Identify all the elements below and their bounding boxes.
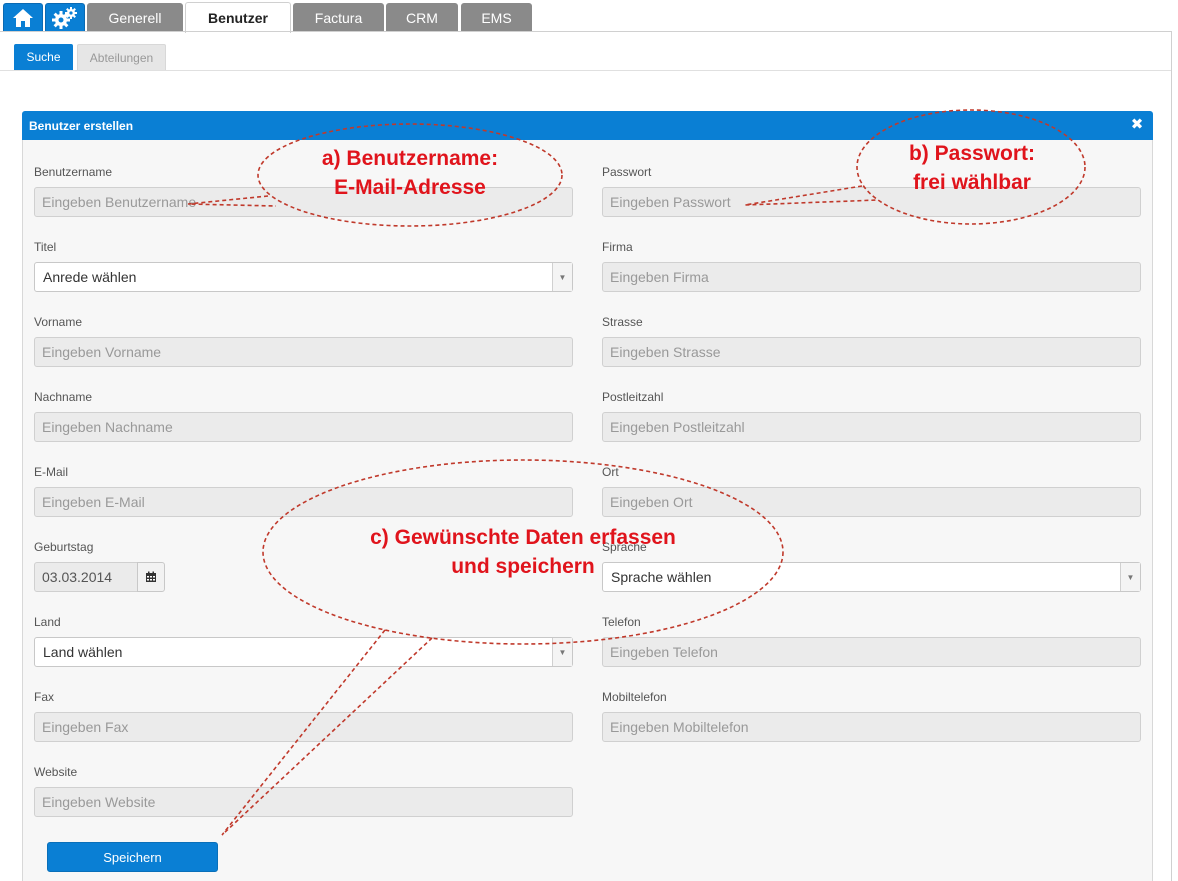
tab-ems[interactable]: EMS <box>461 3 532 32</box>
tab-benutzer[interactable]: Benutzer <box>185 2 291 33</box>
titel-select-value: Anrede wählen <box>43 269 137 285</box>
label-postleitzahl: Postleitzahl <box>602 390 664 404</box>
annotation-a-line1: a) Benutzername: <box>321 147 499 170</box>
save-button[interactable]: Speichern <box>47 842 218 872</box>
annotation-c-line1: c) Gewünschte Daten erfassen <box>370 526 676 549</box>
land-select[interactable]: Land wählen ▼ <box>34 637 573 667</box>
label-email: E-Mail <box>34 465 69 479</box>
nachname-input[interactable]: Eingeben Nachname <box>34 412 573 442</box>
annotation-b: b) Passwort: frei wählbar <box>862 139 1082 197</box>
annotation-c: c) Gewünschte Daten erfassen und speiche… <box>313 523 733 581</box>
chevron-down-icon: ▼ <box>552 638 572 666</box>
geburtstag-input[interactable]: 03.03.2014 <box>34 562 138 592</box>
telefon-input[interactable]: Eingeben Telefon <box>602 637 1141 667</box>
tab-factura[interactable]: Factura <box>293 3 384 32</box>
label-land: Land <box>34 615 61 629</box>
label-benutzername: Benutzername <box>34 165 113 179</box>
home-icon <box>13 9 33 27</box>
panel-title: Benutzer erstellen <box>29 118 134 133</box>
settings-tab[interactable] <box>45 3 85 32</box>
email-input[interactable]: Eingeben E-Mail <box>34 487 573 517</box>
chevron-down-icon: ▼ <box>1120 563 1140 591</box>
subtab-divider <box>0 70 1171 71</box>
annotation-b-line1: b) Passwort: <box>908 142 1036 165</box>
close-icon[interactable]: ✖ <box>1129 117 1145 133</box>
label-mobiltelefon: Mobiltelefon <box>602 690 667 704</box>
label-geburtstag: Geburtstag <box>34 540 94 554</box>
subtab-suche[interactable]: Suche <box>14 44 73 70</box>
mobiltelefon-input[interactable]: Eingeben Mobiltelefon <box>602 712 1141 742</box>
home-tab[interactable] <box>3 3 43 32</box>
date-picker-button[interactable] <box>137 562 165 592</box>
strasse-input[interactable]: Eingeben Strasse <box>602 337 1141 367</box>
subtab-abteilungen[interactable]: Abteilungen <box>77 44 166 70</box>
top-tab-bar: Generell Benutzer Factura CRM EMS <box>0 0 1178 33</box>
annotation-b-line2: frei wählbar <box>913 171 1031 194</box>
gear-icon <box>52 7 77 29</box>
label-titel: Titel <box>34 240 57 254</box>
label-nachname: Nachname <box>34 390 93 404</box>
vorname-input[interactable]: Eingeben Vorname <box>34 337 573 367</box>
fax-input[interactable]: Eingeben Fax <box>34 712 573 742</box>
label-vorname: Vorname <box>34 315 83 329</box>
label-passwort: Passwort <box>602 165 652 179</box>
website-input[interactable]: Eingeben Website <box>34 787 573 817</box>
firma-input[interactable]: Eingeben Firma <box>602 262 1141 292</box>
land-select-value: Land wählen <box>43 644 123 660</box>
chevron-down-icon: ▼ <box>552 263 572 291</box>
tab-bar-divider <box>0 31 1171 32</box>
calendar-icon <box>146 571 156 582</box>
annotation-a-line2: E-Mail-Adresse <box>334 176 486 199</box>
annotation-c-line2: und speichern <box>451 555 595 578</box>
label-telefon: Telefon <box>602 615 641 629</box>
ort-input[interactable]: Eingeben Ort <box>602 487 1141 517</box>
panel-header: Benutzer erstellen ✖ <box>22 111 1153 140</box>
label-website: Website <box>34 765 78 779</box>
postleitzahl-input[interactable]: Eingeben Postleitzahl <box>602 412 1141 442</box>
label-firma: Firma <box>602 240 633 254</box>
label-strasse: Strasse <box>602 315 643 329</box>
label-ort: Ort <box>602 465 619 479</box>
tab-crm[interactable]: CRM <box>386 3 458 32</box>
tab-generell[interactable]: Generell <box>87 3 183 32</box>
annotation-a: a) Benutzername: E-Mail-Adresse <box>265 144 555 202</box>
label-fax: Fax <box>34 690 55 704</box>
content-border <box>1171 31 1172 881</box>
titel-select[interactable]: Anrede wählen ▼ <box>34 262 573 292</box>
